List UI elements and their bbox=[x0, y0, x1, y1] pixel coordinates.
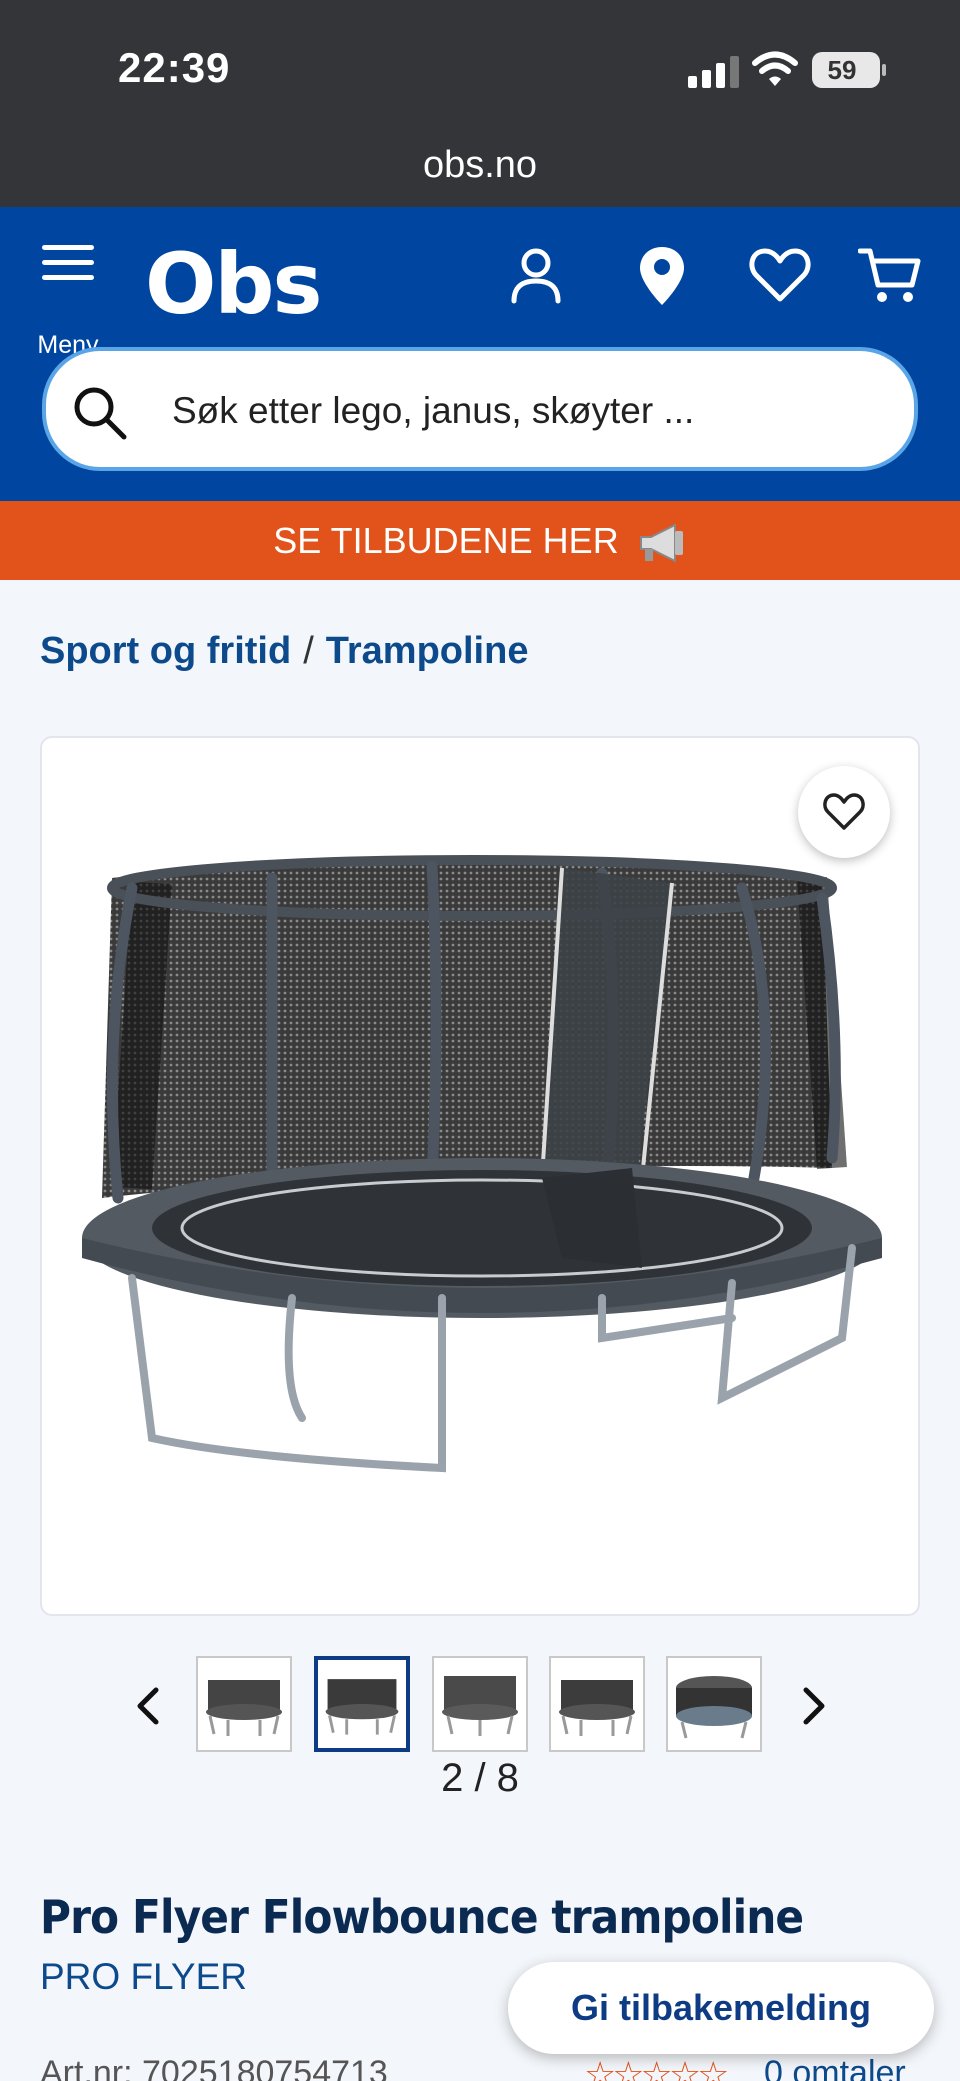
next-image-button[interactable] bbox=[792, 1686, 832, 1726]
search-bar[interactable] bbox=[42, 347, 918, 471]
thumbnail-2[interactable] bbox=[314, 1656, 410, 1752]
product-title: Pro Flyer Flowbounce trampoline bbox=[40, 1890, 804, 1944]
site-header: Meny Obs bbox=[0, 207, 960, 501]
breadcrumb-link-trampoline[interactable]: Trampoline bbox=[326, 630, 529, 672]
battery-level: 59 bbox=[827, 55, 857, 85]
image-thumbnail-strip bbox=[0, 1656, 960, 1756]
product-image-card[interactable] bbox=[40, 736, 920, 1616]
previous-image-button[interactable] bbox=[130, 1686, 170, 1726]
heart-outline-icon bbox=[823, 793, 865, 830]
reviews-link[interactable]: 0 omtaler bbox=[764, 2054, 906, 2081]
breadcrumb-separator: / bbox=[303, 630, 314, 672]
promo-banner[interactable]: SE TILBUDENE HER bbox=[0, 501, 960, 580]
search-input[interactable] bbox=[172, 381, 872, 441]
rating-stars: ☆☆☆☆☆ bbox=[584, 2054, 729, 2081]
status-bar: 22:39 59 bbox=[0, 0, 960, 140]
add-to-favorites-button[interactable] bbox=[798, 766, 890, 858]
trampoline-thumbnail bbox=[676, 1676, 752, 1739]
trampoline-thumbnail bbox=[325, 1679, 399, 1735]
wifi-icon bbox=[752, 51, 798, 86]
url-bar[interactable]: obs.no bbox=[0, 140, 960, 207]
trampoline-image bbox=[82, 855, 882, 1473]
breadcrumb-link-sport[interactable]: Sport og fritid bbox=[40, 630, 291, 672]
megaphone-icon bbox=[639, 523, 683, 564]
obs-logo[interactable]: Obs bbox=[145, 235, 323, 333]
heart-icon[interactable] bbox=[748, 243, 812, 307]
status-time: 22:39 bbox=[118, 44, 231, 91]
user-icon[interactable] bbox=[504, 243, 568, 307]
trampoline-thumbnail bbox=[206, 1680, 282, 1736]
hamburger-icon bbox=[42, 245, 94, 280]
trampoline-thumbnail bbox=[442, 1676, 518, 1736]
location-pin-icon[interactable] bbox=[630, 243, 694, 307]
cart-icon[interactable] bbox=[858, 243, 922, 307]
search-icon bbox=[74, 387, 127, 440]
menu-button[interactable]: Meny bbox=[34, 245, 102, 359]
image-counter: 2 / 8 bbox=[441, 1756, 519, 1800]
article-number: Art.nr: 7025180754713 bbox=[40, 2054, 388, 2081]
url-text: obs.no bbox=[422, 144, 538, 186]
product-brand-link[interactable]: PRO FLYER bbox=[40, 1956, 247, 1998]
thumbnail-1[interactable] bbox=[196, 1656, 292, 1752]
battery-icon: 59 bbox=[812, 52, 886, 88]
cellular-signal-icon bbox=[688, 56, 739, 88]
trampoline-thumbnail bbox=[559, 1680, 635, 1736]
feedback-button[interactable]: Gi tilbakemelding bbox=[508, 1962, 934, 2054]
breadcrumb: Sport og fritid / Trampoline bbox=[40, 630, 528, 673]
promo-text: SE TILBUDENE HER bbox=[273, 520, 619, 561]
thumbnail-5[interactable] bbox=[666, 1656, 762, 1752]
thumbnail-3[interactable] bbox=[432, 1656, 528, 1752]
thumbnail-4[interactable] bbox=[549, 1656, 645, 1752]
